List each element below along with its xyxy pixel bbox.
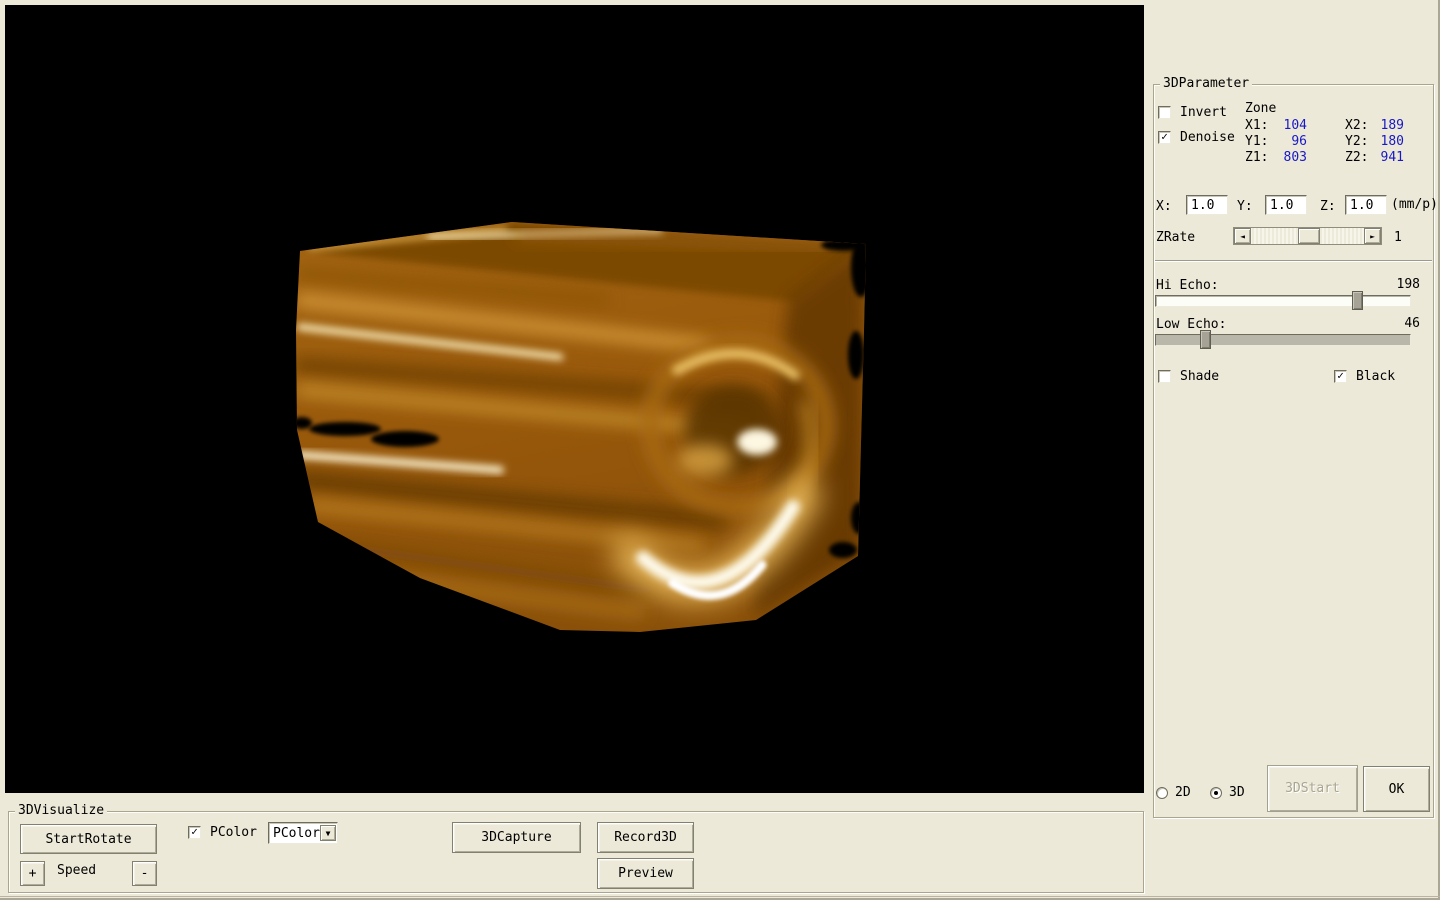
- denoise-label: Denoise: [1180, 130, 1235, 145]
- black-label: Black: [1356, 369, 1395, 384]
- mode-3d-radio-circle[interactable]: [1210, 787, 1222, 799]
- parameter-group-title: 3DParameter: [1160, 76, 1252, 91]
- speed-label: Speed: [57, 863, 96, 878]
- hi-echo-value: 198: [1380, 277, 1420, 292]
- render-viewport[interactable]: [5, 5, 1144, 793]
- capture3d-button[interactable]: 3DCapture: [452, 822, 581, 853]
- application-window: 3DParameter ✓ Invert ✓ Denoise Zone X1: …: [0, 0, 1440, 900]
- zone-z1-value: 803: [1281, 150, 1307, 165]
- panel-separator: [1155, 260, 1432, 262]
- mode-3d-radio[interactable]: 3D: [1210, 785, 1245, 800]
- scale-y-label: Y:: [1237, 199, 1253, 214]
- low-echo-slider-track[interactable]: [1155, 334, 1411, 346]
- shade-label: Shade: [1180, 369, 1219, 384]
- scroll-right-icon: ►: [1370, 232, 1375, 241]
- pcolor-label: PColor: [210, 825, 257, 840]
- scale-x-input[interactable]: [1186, 195, 1228, 215]
- zrate-scrollbar-thumb[interactable]: [1298, 228, 1320, 244]
- hi-echo-slider-track[interactable]: [1155, 295, 1411, 307]
- mode-2d-label: 2D: [1175, 785, 1191, 800]
- zone-z1-label: Z1:: [1245, 150, 1268, 165]
- zone-y1-value: 96: [1281, 134, 1307, 149]
- low-echo-slider-thumb[interactable]: [1200, 330, 1211, 349]
- black-checkbox[interactable]: ✓ Black: [1334, 370, 1395, 384]
- hi-echo-label: Hi Echo:: [1156, 278, 1219, 293]
- zrate-scroll-right-button[interactable]: ►: [1364, 228, 1381, 244]
- zone-y2-value: 180: [1378, 134, 1404, 149]
- zone-x2-value: 189: [1378, 118, 1404, 133]
- chevron-down-icon: ▼: [326, 829, 331, 838]
- checkmark-icon: ✓: [1161, 131, 1168, 142]
- black-checkbox-box[interactable]: ✓: [1334, 370, 1347, 383]
- denoise-checkbox-box[interactable]: ✓: [1158, 131, 1171, 144]
- zone-z2-label: Z2:: [1345, 150, 1368, 165]
- zone-y2-label: Y2:: [1345, 134, 1368, 149]
- ok-button[interactable]: OK: [1363, 766, 1430, 812]
- scale-z-label: Z:: [1320, 199, 1336, 214]
- record3d-button[interactable]: Record3D: [597, 822, 694, 853]
- zone-z2-value: 941: [1378, 150, 1404, 165]
- zrate-scroll-left-button[interactable]: ◄: [1234, 228, 1251, 244]
- pcolor-dropdown-button[interactable]: ▼: [320, 825, 336, 841]
- zone-x1-label: X1:: [1245, 118, 1268, 133]
- zrate-label: ZRate: [1156, 230, 1195, 245]
- scroll-left-icon: ◄: [1240, 232, 1245, 241]
- checkmark-icon: ✓: [191, 826, 198, 837]
- volume-render: [5, 5, 1144, 793]
- low-echo-value: 46: [1380, 316, 1420, 331]
- invert-checkbox-box[interactable]: ✓: [1158, 106, 1171, 119]
- pcolor-checkbox-box[interactable]: ✓: [188, 826, 201, 839]
- start-rotate-button[interactable]: StartRotate: [20, 824, 157, 854]
- mode-2d-radio[interactable]: 2D: [1156, 785, 1191, 800]
- visualize-group-title: 3DVisualize: [15, 803, 107, 818]
- zone-x1-value: 104: [1281, 118, 1307, 133]
- invert-label: Invert: [1180, 105, 1227, 120]
- pcolor-checkbox[interactable]: ✓ PColor: [188, 826, 257, 840]
- low-echo-label: Low Echo:: [1156, 317, 1226, 332]
- zrate-value: 1: [1394, 230, 1402, 245]
- denoise-checkbox[interactable]: ✓ Denoise: [1158, 131, 1235, 145]
- scale-y-input[interactable]: [1265, 195, 1307, 215]
- zrate-scrollbar[interactable]: ◄ ►: [1233, 227, 1382, 245]
- speed-plus-button[interactable]: +: [20, 861, 45, 886]
- hi-echo-slider-thumb[interactable]: [1352, 291, 1363, 310]
- pcolor-dropdown-value: PColor: [269, 826, 320, 841]
- scale-x-label: X:: [1156, 199, 1172, 214]
- pcolor-dropdown[interactable]: PColor ▼: [268, 822, 338, 844]
- window-edge: [0, 896, 1440, 897]
- zone-y1-label: Y1:: [1245, 134, 1268, 149]
- start3d-button[interactable]: 3DStart: [1267, 765, 1358, 812]
- zone-x2-label: X2:: [1345, 118, 1368, 133]
- scale-z-input[interactable]: [1345, 195, 1387, 215]
- shade-checkbox-box[interactable]: ✓: [1158, 370, 1171, 383]
- radio-dot: [1214, 791, 1218, 795]
- scale-unit-label: (mm/p): [1391, 197, 1438, 212]
- shade-checkbox[interactable]: ✓ Shade: [1158, 370, 1219, 384]
- checkmark-icon: ✓: [1337, 370, 1344, 381]
- mode-2d-radio-circle[interactable]: [1156, 787, 1168, 799]
- invert-checkbox[interactable]: ✓ Invert: [1158, 106, 1227, 120]
- preview-button[interactable]: Preview: [597, 858, 694, 889]
- mode-3d-label: 3D: [1229, 785, 1245, 800]
- zone-title: Zone: [1245, 101, 1276, 116]
- speed-minus-button[interactable]: -: [132, 861, 157, 886]
